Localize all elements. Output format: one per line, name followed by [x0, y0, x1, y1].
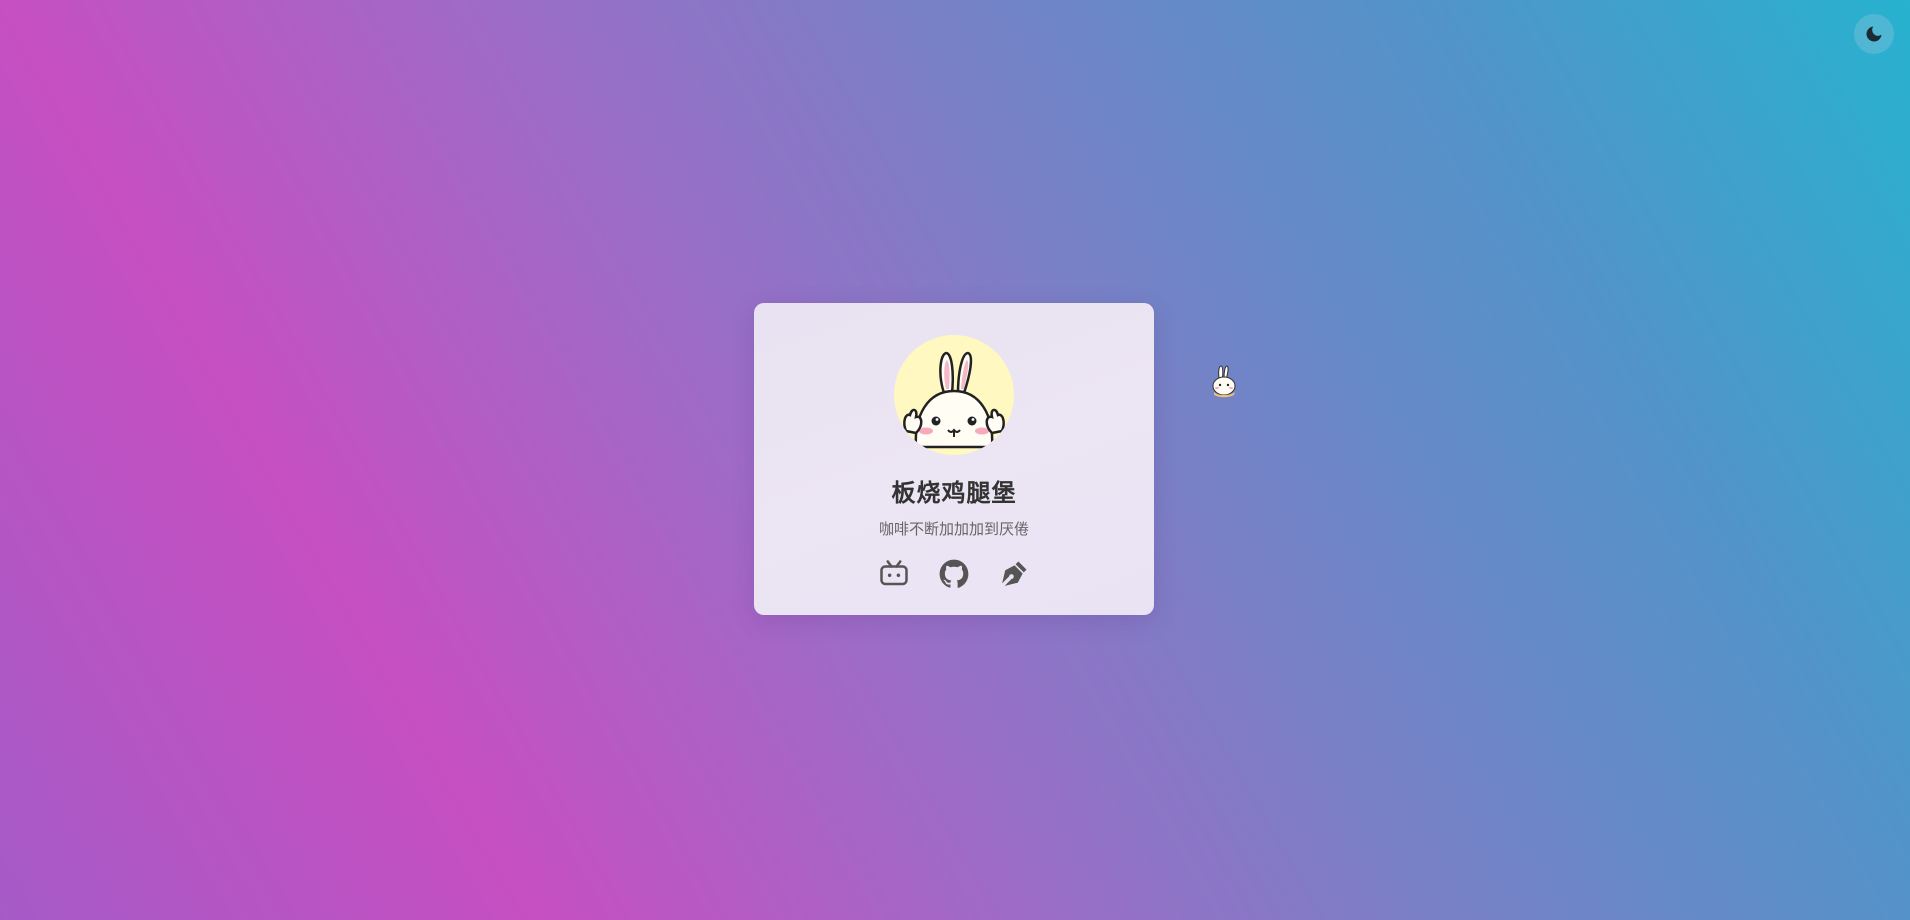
blog-link[interactable]: [999, 559, 1029, 589]
profile-card: 板烧鸡腿堡 咖啡不断加加加到厌倦: [754, 303, 1154, 615]
profile-bio: 咖啡不断加加加到厌倦: [878, 520, 1029, 538]
bunny-mascot-icon: [1212, 365, 1236, 398]
github-link[interactable]: [939, 559, 969, 589]
social-links: [879, 559, 1029, 589]
github-icon: [939, 559, 969, 588]
bunny-mascot[interactable]: [1208, 364, 1240, 398]
blog-pen-icon: [1002, 561, 1027, 586]
bunny-illustration: [903, 351, 1005, 449]
bunny-avatar: [894, 335, 1014, 455]
bilibili-link[interactable]: [879, 559, 909, 589]
moon-icon: [1866, 26, 1882, 42]
profile-name: 板烧鸡腿堡: [891, 479, 1017, 507]
theme-toggle-button[interactable]: [1854, 14, 1894, 54]
bilibili-icon: [880, 560, 908, 586]
